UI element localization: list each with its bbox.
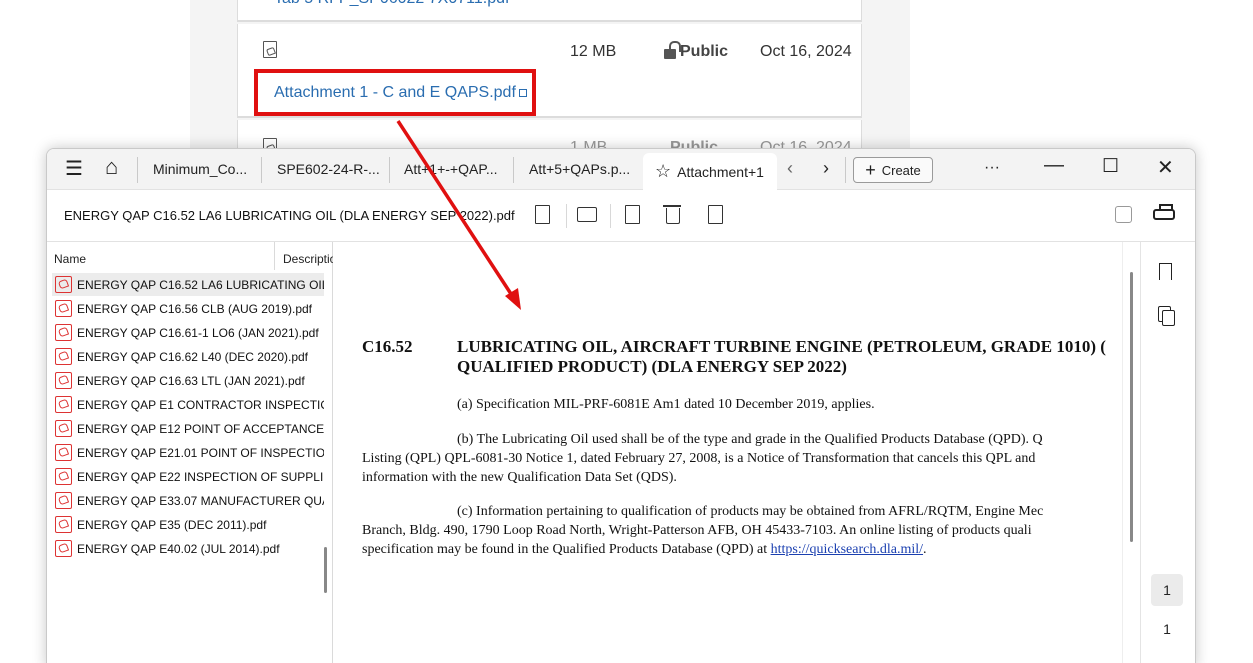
file-list-item[interactable]: ENERGY QAP E22 INSPECTION OF SUPPLIES.pd… [52, 465, 324, 488]
extract-button[interactable] [622, 203, 644, 227]
pdf-icon [55, 516, 72, 533]
extract-icon [625, 205, 640, 224]
hamburger-menu-icon[interactable]: ☰ [65, 159, 83, 179]
file-list-item[interactable]: ENERGY QAP E33.07 MANUFACTURER QUALIFICA… [52, 489, 324, 512]
plus-icon: + [865, 160, 876, 180]
bookmark-icon [1159, 263, 1172, 280]
total-pages: 1 [1163, 621, 1171, 637]
document-view: C16.52 LUBRICATING OIL, AIRCRAFT TURBINE… [333, 242, 1123, 663]
pdf-icon [55, 348, 72, 365]
section-heading-line-1: LUBRICATING OIL, AIRCRAFT TURBINE ENGINE… [457, 337, 1106, 356]
column-description-header[interactable]: Description [274, 242, 333, 270]
pdf-icon [55, 276, 72, 293]
star-icon[interactable]: ☆ [655, 161, 671, 181]
new-folder-button[interactable] [576, 203, 598, 227]
document-scrollbar-thumb[interactable] [1130, 272, 1133, 542]
file-list-item[interactable]: ENERGY QAP C16.63 LTL (JAN 2021).pdf [52, 369, 324, 392]
pdf-icon [55, 324, 72, 341]
tab-divider [845, 157, 846, 183]
trash-icon [663, 205, 681, 224]
file-list-item[interactable]: ENERGY QAP C16.52 LA6 LUBRICATING OIL (D… [52, 273, 324, 296]
tab-att-5-qaps[interactable]: Att+5+QAPs.p... [529, 161, 634, 177]
pdf-icon [55, 444, 72, 461]
pdf-icon [55, 372, 72, 389]
pdf-icon [55, 492, 72, 509]
file-list-item[interactable]: ENERGY QAP C16.56 CLB (AUG 2019).pdf [52, 297, 324, 320]
previous-file-link[interactable]: Tab 5 RFP_SP06022 7X0711.pdf [274, 0, 509, 8]
file-size: 12 MB [570, 43, 617, 60]
toolbar-divider [566, 204, 567, 228]
right-rail: 1 1 [1140, 242, 1195, 663]
paragraph-b-line-1: (b) The Lubricating Oil used shall be of… [457, 432, 1043, 447]
paragraph-a: (a) Specification MIL-PRF-6081E Am1 date… [457, 397, 875, 412]
tab-attachment-1-active[interactable]: ☆ Attachment+1 [643, 153, 777, 190]
file-list-item[interactable]: ENERGY QAP C16.62 L40 (DEC 2020).pdf [52, 345, 324, 368]
save-icon [1115, 206, 1132, 223]
toolbar: ENERGY QAP C16.52 LA6 LUBRICATING OIL (D… [47, 190, 1195, 242]
section-number: C16.52 [362, 337, 413, 356]
folder-add-icon [577, 207, 597, 222]
toolbar-divider [610, 204, 611, 228]
tab-divider [137, 157, 138, 183]
tab-spe602[interactable]: SPE602-24-R-... [277, 161, 382, 177]
home-icon[interactable]: ⌂ [105, 156, 118, 178]
column-name-header[interactable]: Name [54, 252, 86, 266]
paragraph-b-line-2: Listing (QPL) QPL-6081-30 Notice 1, date… [362, 451, 1036, 466]
screen: Tab 5 RFP_SP06022 7X0711.pdf 12 MB Publi… [0, 0, 1253, 663]
print-button[interactable] [1153, 203, 1175, 227]
tab-minimum-co[interactable]: Minimum_Co... [153, 161, 253, 177]
file-list-scrollbar[interactable] [324, 547, 327, 593]
printer-icon [1153, 204, 1175, 220]
delete-button[interactable] [662, 203, 684, 227]
file-list-item[interactable]: ENERGY QAP E40.02 (JUL 2014).pdf [52, 537, 324, 560]
more-options-button[interactable]: ··· [984, 159, 1000, 177]
file-list-item[interactable]: ENERGY QAP E12 POINT OF ACCEPTANCE.pdf [52, 417, 324, 440]
add-file-icon [535, 205, 550, 224]
tab-label: Attachment+1 [677, 164, 764, 180]
create-button[interactable]: + Create [853, 157, 933, 183]
file-list-item[interactable]: ENERGY QAP E1 CONTRACTOR INSPECTION SYST… [52, 393, 324, 416]
tab-scroll-right-icon[interactable]: › [823, 158, 829, 179]
pdf-icon [55, 540, 72, 557]
file-row-previous: Tab 5 RFP_SP06022 7X0711.pdf [237, 0, 862, 22]
tab-att-1-qap[interactable]: Att+1+-+QAP... [404, 161, 504, 177]
file-list-item[interactable]: ENERGY QAP E35 (DEC 2011).pdf [52, 513, 324, 536]
paragraph-c-line-2: Branch, Bldg. 490, 1790 Loop Road North,… [362, 523, 1032, 538]
tab-divider [389, 157, 390, 183]
bookmarks-button[interactable] [1157, 261, 1177, 283]
add-file-button[interactable] [532, 203, 554, 227]
replace-file-button[interactable] [705, 203, 727, 227]
qpd-link[interactable]: https://quicksearch.dla.mil/ [771, 542, 923, 557]
file-date: Oct 16, 2024 [760, 43, 852, 60]
tab-bar: ☰ ⌂ Minimum_Co... SPE602-24-R-... Att+1+… [47, 149, 1195, 190]
section-heading-line-2: QUALIFIED PRODUCT) (DLA ENERGY SEP 2022) [457, 357, 847, 376]
close-button[interactable]: ✕ [1157, 155, 1174, 180]
minimize-button[interactable]: — [1044, 154, 1064, 177]
tab-divider [261, 157, 262, 183]
tab-scroll-left-icon[interactable]: ‹ [787, 158, 793, 179]
pdf-viewer-window: ☰ ⌂ Minimum_Co... SPE602-24-R-... Att+1+… [46, 148, 1196, 663]
maximize-button[interactable]: ☐ [1102, 155, 1119, 178]
paragraph-b-line-3: information with the new Qualification D… [362, 470, 677, 485]
pages-button[interactable] [1157, 306, 1177, 328]
save-button[interactable] [1113, 203, 1135, 227]
file-list-item[interactable]: ENERGY QAP C16.61-1 LO6 (JAN 2021).pdf [52, 321, 324, 344]
document-title: ENERGY QAP C16.52 LA6 LUBRICATING OIL (D… [64, 208, 515, 223]
pdf-icon [55, 468, 72, 485]
paragraph-c-line-3: specification may be found in the Qualif… [362, 542, 927, 557]
tab-divider [513, 157, 514, 183]
annotation-highlight-box [254, 69, 536, 116]
paragraph-c-line-1: (c) Information pertaining to qualificat… [457, 504, 1044, 519]
pdf-icon [55, 300, 72, 317]
pdf-icon [55, 396, 72, 413]
file-list-item[interactable]: ENERGY QAP E21.01 POINT OF INSPECTION.pd… [52, 441, 324, 464]
file-list-header: Name Description [47, 242, 333, 270]
pdf-file-icon [263, 41, 277, 58]
portfolio-file-list: Name Description ENERGY QAP C16.52 LA6 L… [47, 242, 333, 663]
replace-file-icon [708, 205, 723, 224]
visibility-badge: Public [664, 41, 728, 61]
pdf-icon [55, 420, 72, 437]
unlock-icon [664, 41, 681, 59]
current-page-indicator[interactable]: 1 [1151, 574, 1183, 606]
